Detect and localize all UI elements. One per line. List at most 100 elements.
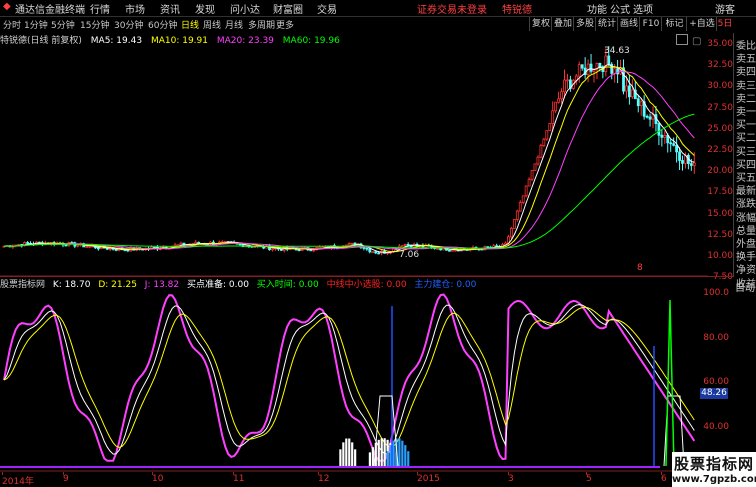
menu-options[interactable]: 选项 bbox=[633, 1, 653, 16]
tab-30min[interactable]: 30分钟 bbox=[114, 18, 143, 31]
current-stock-name: 特锐德 bbox=[502, 5, 532, 16]
time-tick bbox=[233, 472, 234, 475]
indicator-name[interactable]: 股票指标网 bbox=[0, 280, 45, 290]
time-tick-label: 10 bbox=[152, 474, 164, 484]
menu-functions[interactable]: 功能 bbox=[587, 1, 607, 16]
time-tick bbox=[152, 472, 153, 475]
price-tick-label: 35.00 bbox=[707, 39, 733, 49]
candle-body bbox=[521, 195, 525, 203]
signal-bar bbox=[407, 451, 410, 466]
j-value: J: 13.82 bbox=[144, 280, 180, 290]
menu-ask-xiaoda[interactable]: 问小达 bbox=[230, 1, 260, 16]
menu-wealth-circle[interactable]: 财富圈 bbox=[273, 1, 303, 16]
corner-label: 5日 bbox=[716, 17, 733, 31]
tab-monthly[interactable]: 月线 bbox=[225, 18, 243, 31]
candle-body bbox=[672, 143, 676, 146]
signal-bar bbox=[354, 449, 357, 466]
toolbar-mark-button[interactable]: 标记 bbox=[661, 17, 687, 31]
toolbar-stats-button[interactable]: 统计 bbox=[595, 17, 618, 31]
candle-body bbox=[545, 130, 549, 140]
time-tick-label: 6 bbox=[661, 474, 667, 484]
candle-body bbox=[681, 160, 684, 164]
candle-body bbox=[589, 63, 593, 72]
candle-body bbox=[26, 242, 30, 244]
menu-trade[interactable]: 交易 bbox=[317, 1, 337, 16]
quote-info-panel: 委比 卖五 卖四 卖三 卖二 卖一 买一 买二 买三 买四 买五 最新 涨跌 涨幅 总量 外盘 换手 净资 收益 bbox=[733, 33, 756, 290]
candle-body bbox=[645, 115, 649, 118]
candle-body bbox=[527, 178, 531, 187]
candle-body bbox=[613, 68, 617, 74]
d-line bbox=[3, 306, 695, 448]
signal-bar bbox=[383, 438, 386, 466]
candle-body bbox=[536, 156, 540, 165]
tab-5min[interactable]: 5分钟 bbox=[51, 18, 75, 31]
candle-body bbox=[309, 249, 313, 252]
panel-collapse-icon[interactable] bbox=[676, 34, 688, 45]
toolbar-multi-stock-button[interactable]: 多股 bbox=[573, 17, 596, 31]
candle-body bbox=[560, 91, 563, 100]
tab-1min[interactable]: 1分钟 bbox=[24, 18, 48, 31]
candle-body bbox=[580, 64, 584, 69]
candle-body bbox=[639, 101, 643, 107]
candle-body bbox=[598, 62, 602, 68]
price-axis: 35.00 32.50 30.00 27.50 25.00 22.50 20.00 17.50… bbox=[707, 33, 733, 282]
tab-weekly[interactable]: 周线 bbox=[203, 18, 221, 31]
menu-quotes[interactable]: 行情 bbox=[90, 1, 110, 16]
price-tick-label: 12.50 bbox=[707, 229, 733, 240]
indicator-tick-label: 100.0 bbox=[703, 288, 729, 298]
time-tick bbox=[661, 472, 662, 475]
candle-body bbox=[577, 64, 581, 77]
tab-15min[interactable]: 15分钟 bbox=[80, 18, 109, 31]
candle-body bbox=[88, 245, 91, 248]
tab-60min[interactable]: 60分钟 bbox=[148, 18, 177, 31]
signal-bar bbox=[371, 447, 374, 466]
tab-more[interactable]: 更多 bbox=[276, 18, 294, 31]
tab-daily[interactable]: 日线 bbox=[181, 18, 199, 31]
chart-title: 特锐德(日线 前复权) bbox=[0, 36, 82, 46]
user-guest[interactable]: 游客 bbox=[715, 1, 735, 16]
indicator-current-value: 48.26 bbox=[700, 388, 728, 399]
ma10-value: MA10: 19.91 bbox=[150, 36, 208, 46]
candle-body bbox=[630, 89, 634, 98]
time-tick-label: 2015 bbox=[417, 474, 440, 484]
toolbar-draw-button[interactable]: 画线 bbox=[617, 17, 640, 31]
app-title: 通达信金融终端 bbox=[15, 5, 85, 16]
candle-body bbox=[515, 210, 519, 220]
menu-formula[interactable]: 公式 bbox=[610, 1, 630, 16]
menu-discover[interactable]: 发现 bbox=[195, 1, 215, 16]
candle-body bbox=[371, 251, 375, 254]
candle-body bbox=[450, 249, 454, 252]
price-tick-label: 20.00 bbox=[707, 166, 733, 177]
period-tabbar: 分时 1分钟 5分钟 15分钟 30分钟 60分钟 日线 周线 月线 多周期 更… bbox=[0, 17, 756, 32]
toolbar-add-watchlist-button[interactable]: +自选 bbox=[686, 17, 717, 31]
high-price-label: 34.63 bbox=[604, 46, 630, 56]
candle-body bbox=[377, 252, 381, 255]
candle-body bbox=[660, 134, 664, 138]
low-price-label: 7.06 bbox=[399, 250, 420, 260]
signal-bar bbox=[342, 442, 345, 466]
kline-chart[interactable] bbox=[0, 46, 708, 472]
tab-intraday[interactable]: 分时 bbox=[3, 18, 21, 31]
time-tick bbox=[318, 472, 319, 475]
time-tick-label: 5 bbox=[586, 474, 592, 484]
ma60-line bbox=[3, 113, 695, 249]
candle-body bbox=[362, 247, 366, 249]
price-tick-label: 32.50 bbox=[707, 60, 733, 71]
menu-news[interactable]: 资讯 bbox=[160, 1, 180, 16]
watermark-logo: 股票指标网 www.7gpzb.com bbox=[672, 452, 756, 487]
indicator-axis: 100.080.0060.0040.0020.00 bbox=[700, 288, 733, 476]
signal-bar bbox=[377, 439, 380, 466]
ma5-line bbox=[3, 63, 695, 254]
auto-scale-label[interactable]: 自动 bbox=[735, 279, 755, 294]
toolbar-overlay-button[interactable]: 叠加 bbox=[551, 17, 574, 31]
tab-multi-period[interactable]: 多周期 bbox=[248, 18, 275, 31]
login-status[interactable]: 证券交易未登录 bbox=[417, 1, 487, 16]
candle-body bbox=[678, 151, 681, 161]
candle-body bbox=[176, 244, 180, 247]
toolbar-adjust-button[interactable]: 复权 bbox=[529, 17, 552, 31]
menu-market[interactable]: 市场 bbox=[125, 1, 145, 16]
toolbar-f10-button[interactable]: F10 bbox=[639, 17, 662, 31]
time-tick bbox=[586, 472, 587, 475]
k-value: K: 18.70 bbox=[52, 280, 91, 290]
candle-body bbox=[548, 123, 552, 132]
